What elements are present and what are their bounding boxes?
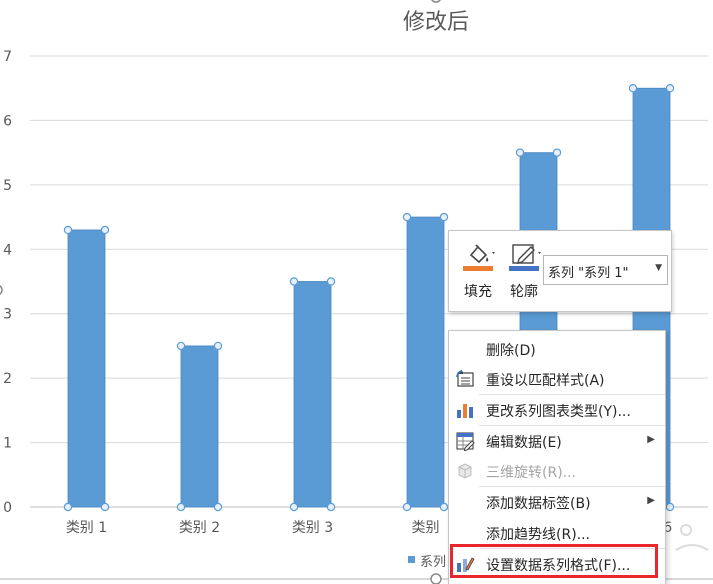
menu-item-label: 设置数据系列格式(F)... [486,558,631,574]
paint-bucket-icon [463,244,495,271]
bar[interactable] [406,216,445,508]
selection-handle[interactable] [402,502,412,512]
menu-item-label: 添加数据标签(B) [486,496,591,512]
y-tick-label: 4 [3,242,12,258]
submenu-arrow-icon: ▶ [647,495,655,506]
selection-handle[interactable] [628,84,638,93]
legend-label: 系列 [420,555,447,570]
outline-button[interactable]: 轮廓 [501,237,547,305]
y-tick-label: 0 [3,500,12,516]
y-tick-label: 1 [3,436,12,452]
resize-handle[interactable] [430,573,442,584]
menu-item-add-trendline[interactable]: 添加趋势线(R)... [449,518,665,548]
edit-data-icon [456,432,475,451]
menu-item-delete[interactable]: 删除(D) [449,334,665,364]
y-tick-label: 5 [3,178,12,194]
fill-button[interactable]: 填充 [455,237,501,305]
menu-item-change-chart-type[interactable]: 更改系列图表类型(Y)... [449,395,665,425]
selection-handle[interactable] [515,148,525,157]
chart-title[interactable]: 修改后 [403,10,469,35]
selection-handle[interactable] [213,502,223,512]
y-tick-label: 3 [3,307,12,323]
outline-label: 轮廓 [510,284,538,300]
y-tick-label: 6 [3,113,12,129]
legend-swatch [408,556,415,563]
selection-handle[interactable] [552,148,562,157]
context-menu: 删除(D) 重设以匹配样式(A) 更改系列图表类型(Y)... 编辑数据(E) … [448,330,666,584]
dropdown-arrow-icon: ▼ [655,263,662,273]
bar[interactable] [67,229,106,508]
bar[interactable] [180,345,219,508]
menu-item-label: 更改系列图表类型(Y)... [486,404,631,420]
menu-item-label: 三维旋转(R)... [486,465,577,481]
selection-handle[interactable] [665,84,675,93]
x-tick-label: 类别 [412,520,440,536]
y-axis-labels: 0 1 2 3 4 5 6 7 [3,49,12,516]
y-tick-label: 7 [3,49,12,65]
selection-handle[interactable] [63,502,73,512]
menu-item-edit-data[interactable]: 编辑数据(E) ▶ [449,426,665,456]
3d-rotation-icon [458,463,472,479]
menu-item-format-data-series[interactable]: 设置数据系列格式(F)... [449,549,665,579]
excel-chart-area[interactable]: 修改后 01234567 类别 1类别 2类别 3类别类别 6 系列 填充 [0,0,713,584]
resize-handle[interactable] [431,0,441,3]
menu-item-label: 删除(D) [486,343,536,359]
reset-style-icon [456,369,474,387]
menu-item-add-data-labels[interactable]: 添加数据标签(B) ▶ [449,487,665,517]
x-tick-label: 类别 3 [292,520,333,536]
menu-item-label: 编辑数据(E) [486,435,562,451]
x-tick-label: 类别 1 [66,520,107,536]
format-series-icon [457,557,475,572]
selection-handle[interactable] [439,502,449,512]
selection-handle[interactable] [100,502,110,512]
series-selector-value: 系列 "系列 1" [548,266,629,281]
selection-handle[interactable] [100,225,110,235]
x-tick-label: 类别 2 [179,520,220,536]
selection-handle[interactable] [326,502,336,512]
resize-handle[interactable] [0,285,3,295]
mini-toolbar: 填充 轮廓 系列 "系列 1" ▼ [448,230,672,312]
menu-item-3d-rotation[interactable]: 三维旋转(R)... [449,456,665,486]
y-tick-label: 2 [3,371,12,387]
series-selector-dropdown[interactable]: 系列 "系列 1" ▼ [543,255,668,285]
selection-handle[interactable] [402,212,412,222]
selection-handle[interactable] [326,277,336,286]
selection-handle[interactable] [289,277,299,286]
selection-handle[interactable] [289,502,299,512]
menu-item-reset-style[interactable]: 重设以匹配样式(A) [449,364,665,394]
selection-handle[interactable] [176,341,186,351]
fill-label: 填充 [464,284,492,300]
menu-item-label: 重设以匹配样式(A) [486,373,605,389]
menu-item-label: 添加趋势线(R)... [486,527,591,543]
selection-handle[interactable] [439,212,449,222]
change-chart-type-icon [457,404,473,418]
submenu-arrow-icon: ▶ [647,434,655,445]
selection-handle[interactable] [63,225,73,235]
selection-handle[interactable] [213,341,223,351]
watermark-logo [675,524,709,551]
selection-handle[interactable] [176,502,186,512]
bar[interactable] [293,281,332,508]
selection-handle[interactable] [665,502,675,512]
pen-outline-icon [509,244,541,271]
